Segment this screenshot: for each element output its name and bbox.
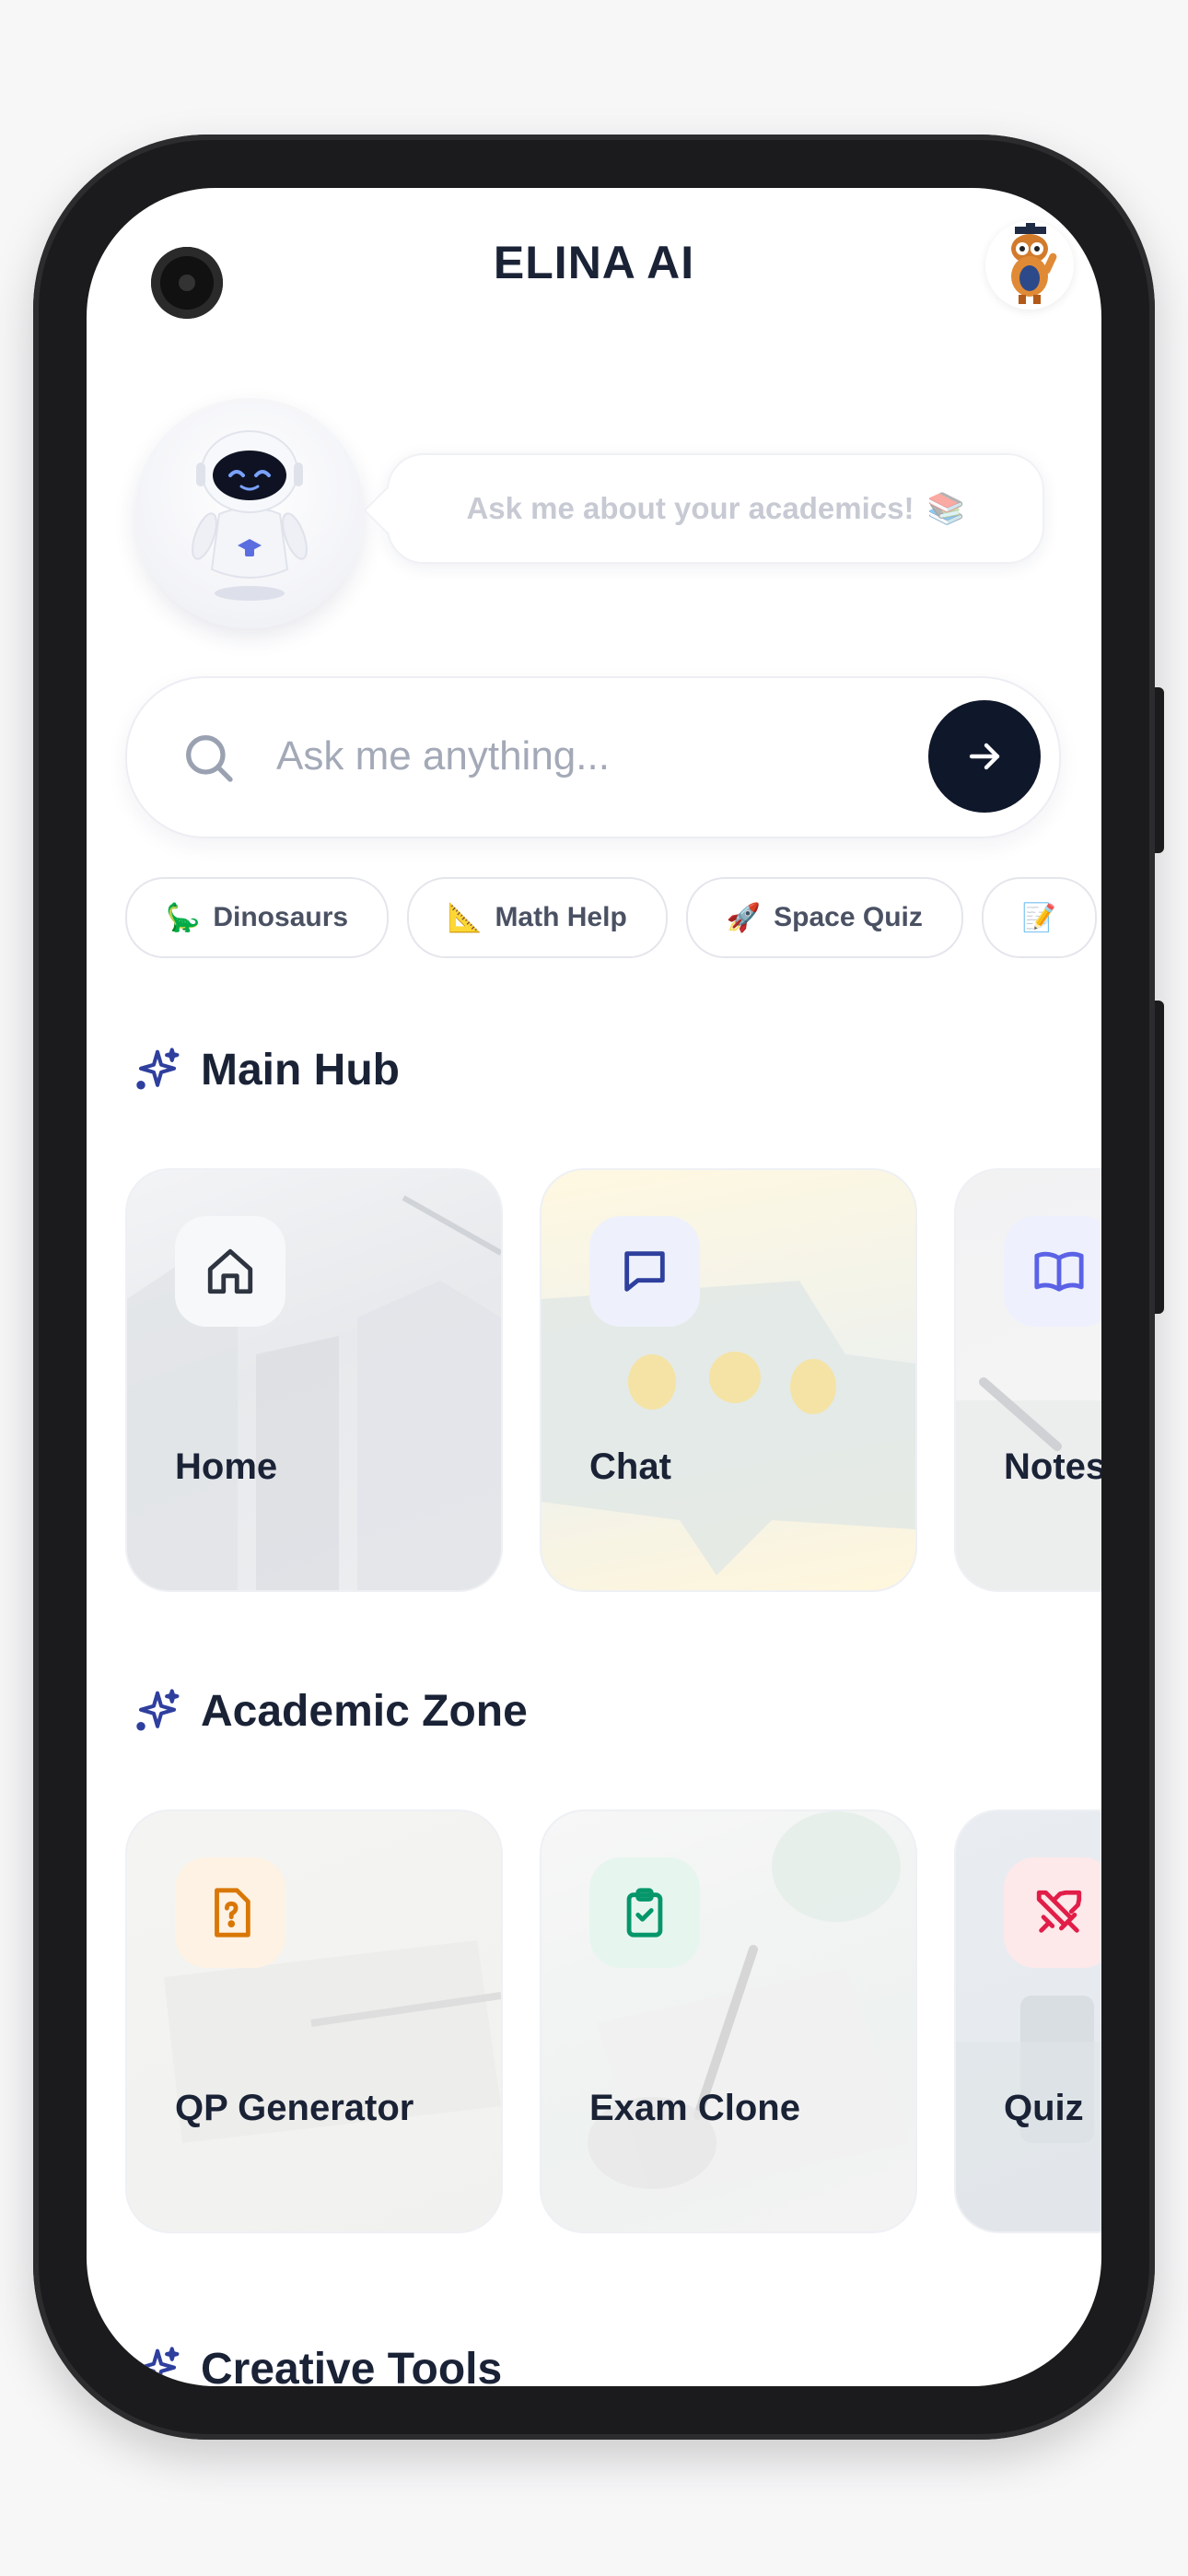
- card-label: Chat: [589, 1446, 671, 1487]
- sparkles-icon: [136, 1688, 180, 1730]
- section-creative-tools-title: Creative Tools: [133, 2344, 502, 2386]
- chip-label: Dinosaurs: [213, 902, 349, 932]
- section-academic-zone-title: Academic Zone: [133, 1686, 528, 1737]
- memo-emoji-icon: 📝: [1021, 902, 1057, 933]
- chat-icon: [624, 1251, 665, 1292]
- card-home[interactable]: Home: [125, 1168, 503, 1592]
- book-open-icon: [1034, 1251, 1084, 1292]
- chip-space-quiz[interactable]: 🚀 Space Quiz: [685, 877, 963, 958]
- card-quiz[interactable]: Quiz: [954, 1809, 1101, 2233]
- power-button: [1155, 1001, 1164, 1314]
- speech-text: Ask me about your academics!: [466, 491, 914, 525]
- send-button[interactable]: [928, 700, 1041, 813]
- card-qp-generator[interactable]: QP Generator: [125, 1809, 503, 2233]
- books-emoji-icon: 📚: [926, 490, 965, 525]
- section-title-text: Academic Zone: [201, 1687, 528, 1736]
- search-bar: [125, 676, 1061, 838]
- section-title-text: Main Hub: [201, 1046, 400, 1095]
- arrow-right-icon: [969, 743, 1000, 770]
- app-title: ELINA AI: [493, 237, 695, 288]
- card-label: Quiz: [1004, 2088, 1084, 2128]
- card-label: Home: [175, 1446, 278, 1487]
- suggestion-chips: 🦕 Dinosaurs 📐 Math Help 🚀 Space Quiz 📝: [125, 877, 1101, 960]
- section-main-hub-title: Main Hub: [133, 1045, 400, 1095]
- assistant-speech-bubble: Ask me about your academics! 📚: [387, 453, 1044, 564]
- academic-zone-cards: QP Generator Exam Clone Quiz: [125, 1809, 1101, 2233]
- home-icon-badge: [175, 1216, 285, 1327]
- profile-avatar[interactable]: [985, 221, 1074, 310]
- swords-icon: [1036, 1890, 1082, 1933]
- rocket-emoji-icon: 🚀: [726, 902, 762, 933]
- card-notes[interactable]: Notes: [954, 1168, 1101, 1592]
- assistant-robot-avatar[interactable]: [134, 398, 365, 628]
- home-icon: [207, 1248, 253, 1294]
- chip-label: Math Help: [495, 902, 627, 932]
- card-exam-clone[interactable]: Exam Clone: [540, 1809, 917, 2233]
- sparkles-icon: [136, 2346, 180, 2386]
- owl-mascot-icon: [1011, 223, 1057, 304]
- phone-frame: ELINA AI Ask me about your academics! 📚 …: [33, 135, 1164, 2440]
- chip-math-help[interactable]: 📐 Math Help: [407, 877, 668, 958]
- card-label: Notes: [1004, 1446, 1101, 1487]
- search-input[interactable]: [274, 719, 886, 794]
- sparkles-icon: [136, 1047, 180, 1089]
- search-icon: [186, 735, 233, 782]
- chip-label: Space Quiz: [774, 902, 923, 932]
- main-hub-cards: Home Chat Notes: [125, 1168, 1101, 1592]
- chip-dinosaurs[interactable]: 🦕 Dinosaurs: [125, 877, 390, 958]
- chat-icon-badge: [589, 1216, 700, 1327]
- volume-button: [1155, 687, 1164, 853]
- triangle-ruler-emoji-icon: 📐: [448, 902, 483, 933]
- clipboard-check-icon: [626, 1888, 663, 1938]
- notes-icon-badge: [1004, 1216, 1101, 1327]
- file-question-icon: [215, 1888, 250, 1938]
- robot-icon: [192, 430, 308, 601]
- dinosaur-emoji-icon: 🦕: [166, 902, 201, 933]
- chip-more[interactable]: 📝: [981, 877, 1098, 958]
- exam-icon-badge: [589, 1857, 700, 1968]
- app-screen: ELINA AI Ask me about your academics! 📚 …: [87, 188, 1101, 2386]
- quiz-icon-badge: [1004, 1857, 1101, 1968]
- card-chat[interactable]: Chat: [540, 1168, 917, 1592]
- card-label: QP Generator: [175, 2088, 414, 2128]
- qp-icon-badge: [175, 1857, 285, 1968]
- card-label: Exam Clone: [589, 2088, 800, 2128]
- section-title-text: Creative Tools: [201, 2345, 503, 2386]
